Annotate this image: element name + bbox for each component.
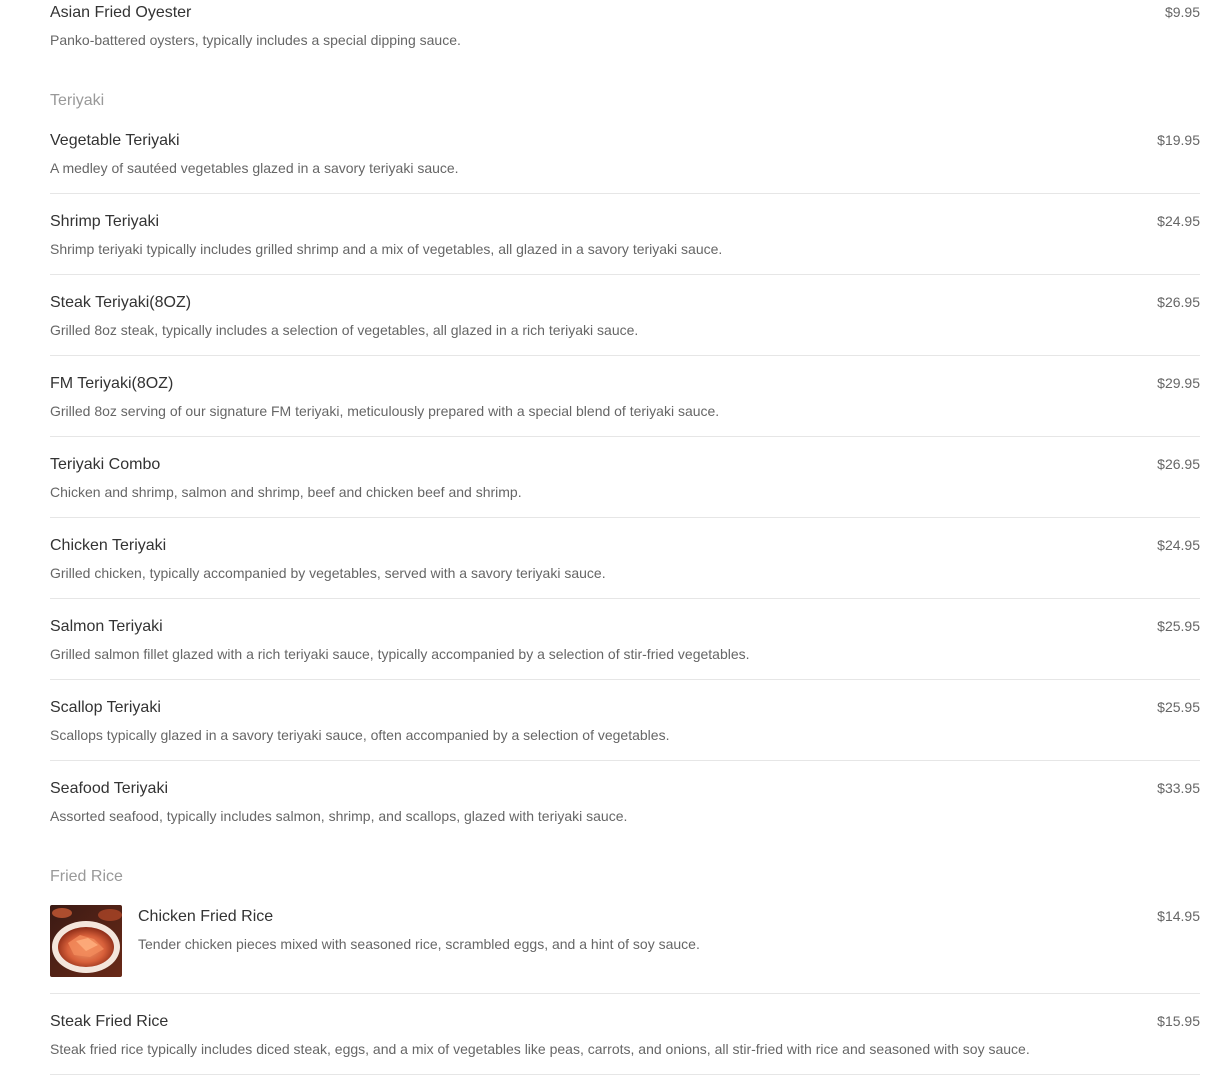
divider xyxy=(50,598,1200,599)
item-description: Grilled salmon fillet glazed with a rich… xyxy=(50,646,750,662)
item-description: Scallops typically glazed in a savory te… xyxy=(50,727,670,743)
item-price: $26.95 xyxy=(1157,456,1200,472)
menu-item[interactable]: Teriyaki Combo Chicken and shrimp, salmo… xyxy=(50,455,1200,517)
item-price: $14.95 xyxy=(1157,908,1200,924)
menu-item[interactable]: Steak Teriyaki(8OZ) Grilled 8oz steak, t… xyxy=(50,293,1200,355)
item-name: FM Teriyaki(8OZ) xyxy=(50,375,174,392)
menu-item[interactable]: FM Teriyaki(8OZ) Grilled 8oz serving of … xyxy=(50,374,1200,436)
divider xyxy=(50,517,1200,518)
item-description: Steak fried rice typically includes dice… xyxy=(50,1041,1030,1057)
item-price: $33.95 xyxy=(1157,780,1200,796)
item-description: Shrimp teriyaki typically includes grill… xyxy=(50,241,723,257)
item-price: $25.95 xyxy=(1157,699,1200,715)
item-name: Salmon Teriyaki xyxy=(50,618,163,635)
divider xyxy=(50,436,1200,437)
divider xyxy=(50,355,1200,356)
item-description: Chicken and shrimp, salmon and shrimp, b… xyxy=(50,484,522,500)
menu-item[interactable]: Salmon Teriyaki Grilled salmon fillet gl… xyxy=(50,617,1200,679)
menu-item[interactable]: Shrimp Teriyaki Shrimp teriyaki typicall… xyxy=(50,212,1200,274)
item-name: Steak Fried Rice xyxy=(50,1013,169,1030)
divider xyxy=(50,760,1200,761)
item-name: Chicken Fried Rice xyxy=(138,908,274,925)
divider xyxy=(50,993,1200,994)
item-name: Steak Teriyaki(8OZ) xyxy=(50,294,192,311)
item-description: Tender chicken pieces mixed with seasone… xyxy=(138,936,700,952)
item-price: $24.95 xyxy=(1157,537,1200,553)
item-description: Assorted seafood, typically includes sal… xyxy=(50,808,628,824)
food-photo xyxy=(50,905,122,977)
menu-item[interactable]: Vegetable Teriyaki A medley of sautéed v… xyxy=(50,131,1200,193)
item-name: Seafood Teriyaki xyxy=(50,780,168,797)
divider xyxy=(50,1074,1200,1075)
item-description: A medley of sautéed vegetables glazed in… xyxy=(50,160,459,176)
item-name: Teriyaki Combo xyxy=(50,456,161,473)
item-price: $25.95 xyxy=(1157,618,1200,634)
item-price: $26.95 xyxy=(1157,294,1200,310)
item-description: Grilled 8oz steak, typically includes a … xyxy=(50,322,639,338)
divider xyxy=(50,679,1200,680)
item-description: Grilled 8oz serving of our signature FM … xyxy=(50,403,720,419)
menu-item[interactable]: Chicken Teriyaki Grilled chicken, typica… xyxy=(50,536,1200,598)
menu-item[interactable]: Steak Fried Rice Steak fried rice typica… xyxy=(50,1012,1200,1074)
menu-item[interactable]: Asian Fried Oyester Panko-battered oyste… xyxy=(50,0,1200,60)
item-name: Asian Fried Oyester xyxy=(50,4,192,21)
section-title-teriyaki: Teriyaki xyxy=(50,92,105,109)
item-name: Scallop Teriyaki xyxy=(50,699,161,716)
item-description: Grilled chicken, typically accompanied b… xyxy=(50,565,606,581)
item-name: Shrimp Teriyaki xyxy=(50,213,160,230)
item-description: Panko-battered oysters, typically includ… xyxy=(50,32,461,48)
item-price: $15.95 xyxy=(1157,1013,1200,1029)
item-price: $29.95 xyxy=(1157,375,1200,391)
item-name: Vegetable Teriyaki xyxy=(50,132,180,149)
menu-item[interactable]: Scallop Teriyaki Scallops typically glaz… xyxy=(50,698,1200,760)
item-price: $9.95 xyxy=(1164,4,1200,20)
item-name: Chicken Teriyaki xyxy=(50,537,167,554)
section-title-fried-rice: Fried Rice xyxy=(50,868,123,885)
item-price: $19.95 xyxy=(1157,132,1200,148)
divider xyxy=(50,274,1200,275)
item-price: $24.95 xyxy=(1157,213,1200,229)
divider xyxy=(50,193,1200,194)
menu-item[interactable]: Seafood Teriyaki Assorted seafood, typic… xyxy=(50,779,1200,841)
menu-list: Asian Fried Oyester Panko-battered oyste… xyxy=(0,0,1230,1083)
menu-item[interactable]: Chicken Fried Rice Tender chicken pieces… xyxy=(50,905,1200,993)
